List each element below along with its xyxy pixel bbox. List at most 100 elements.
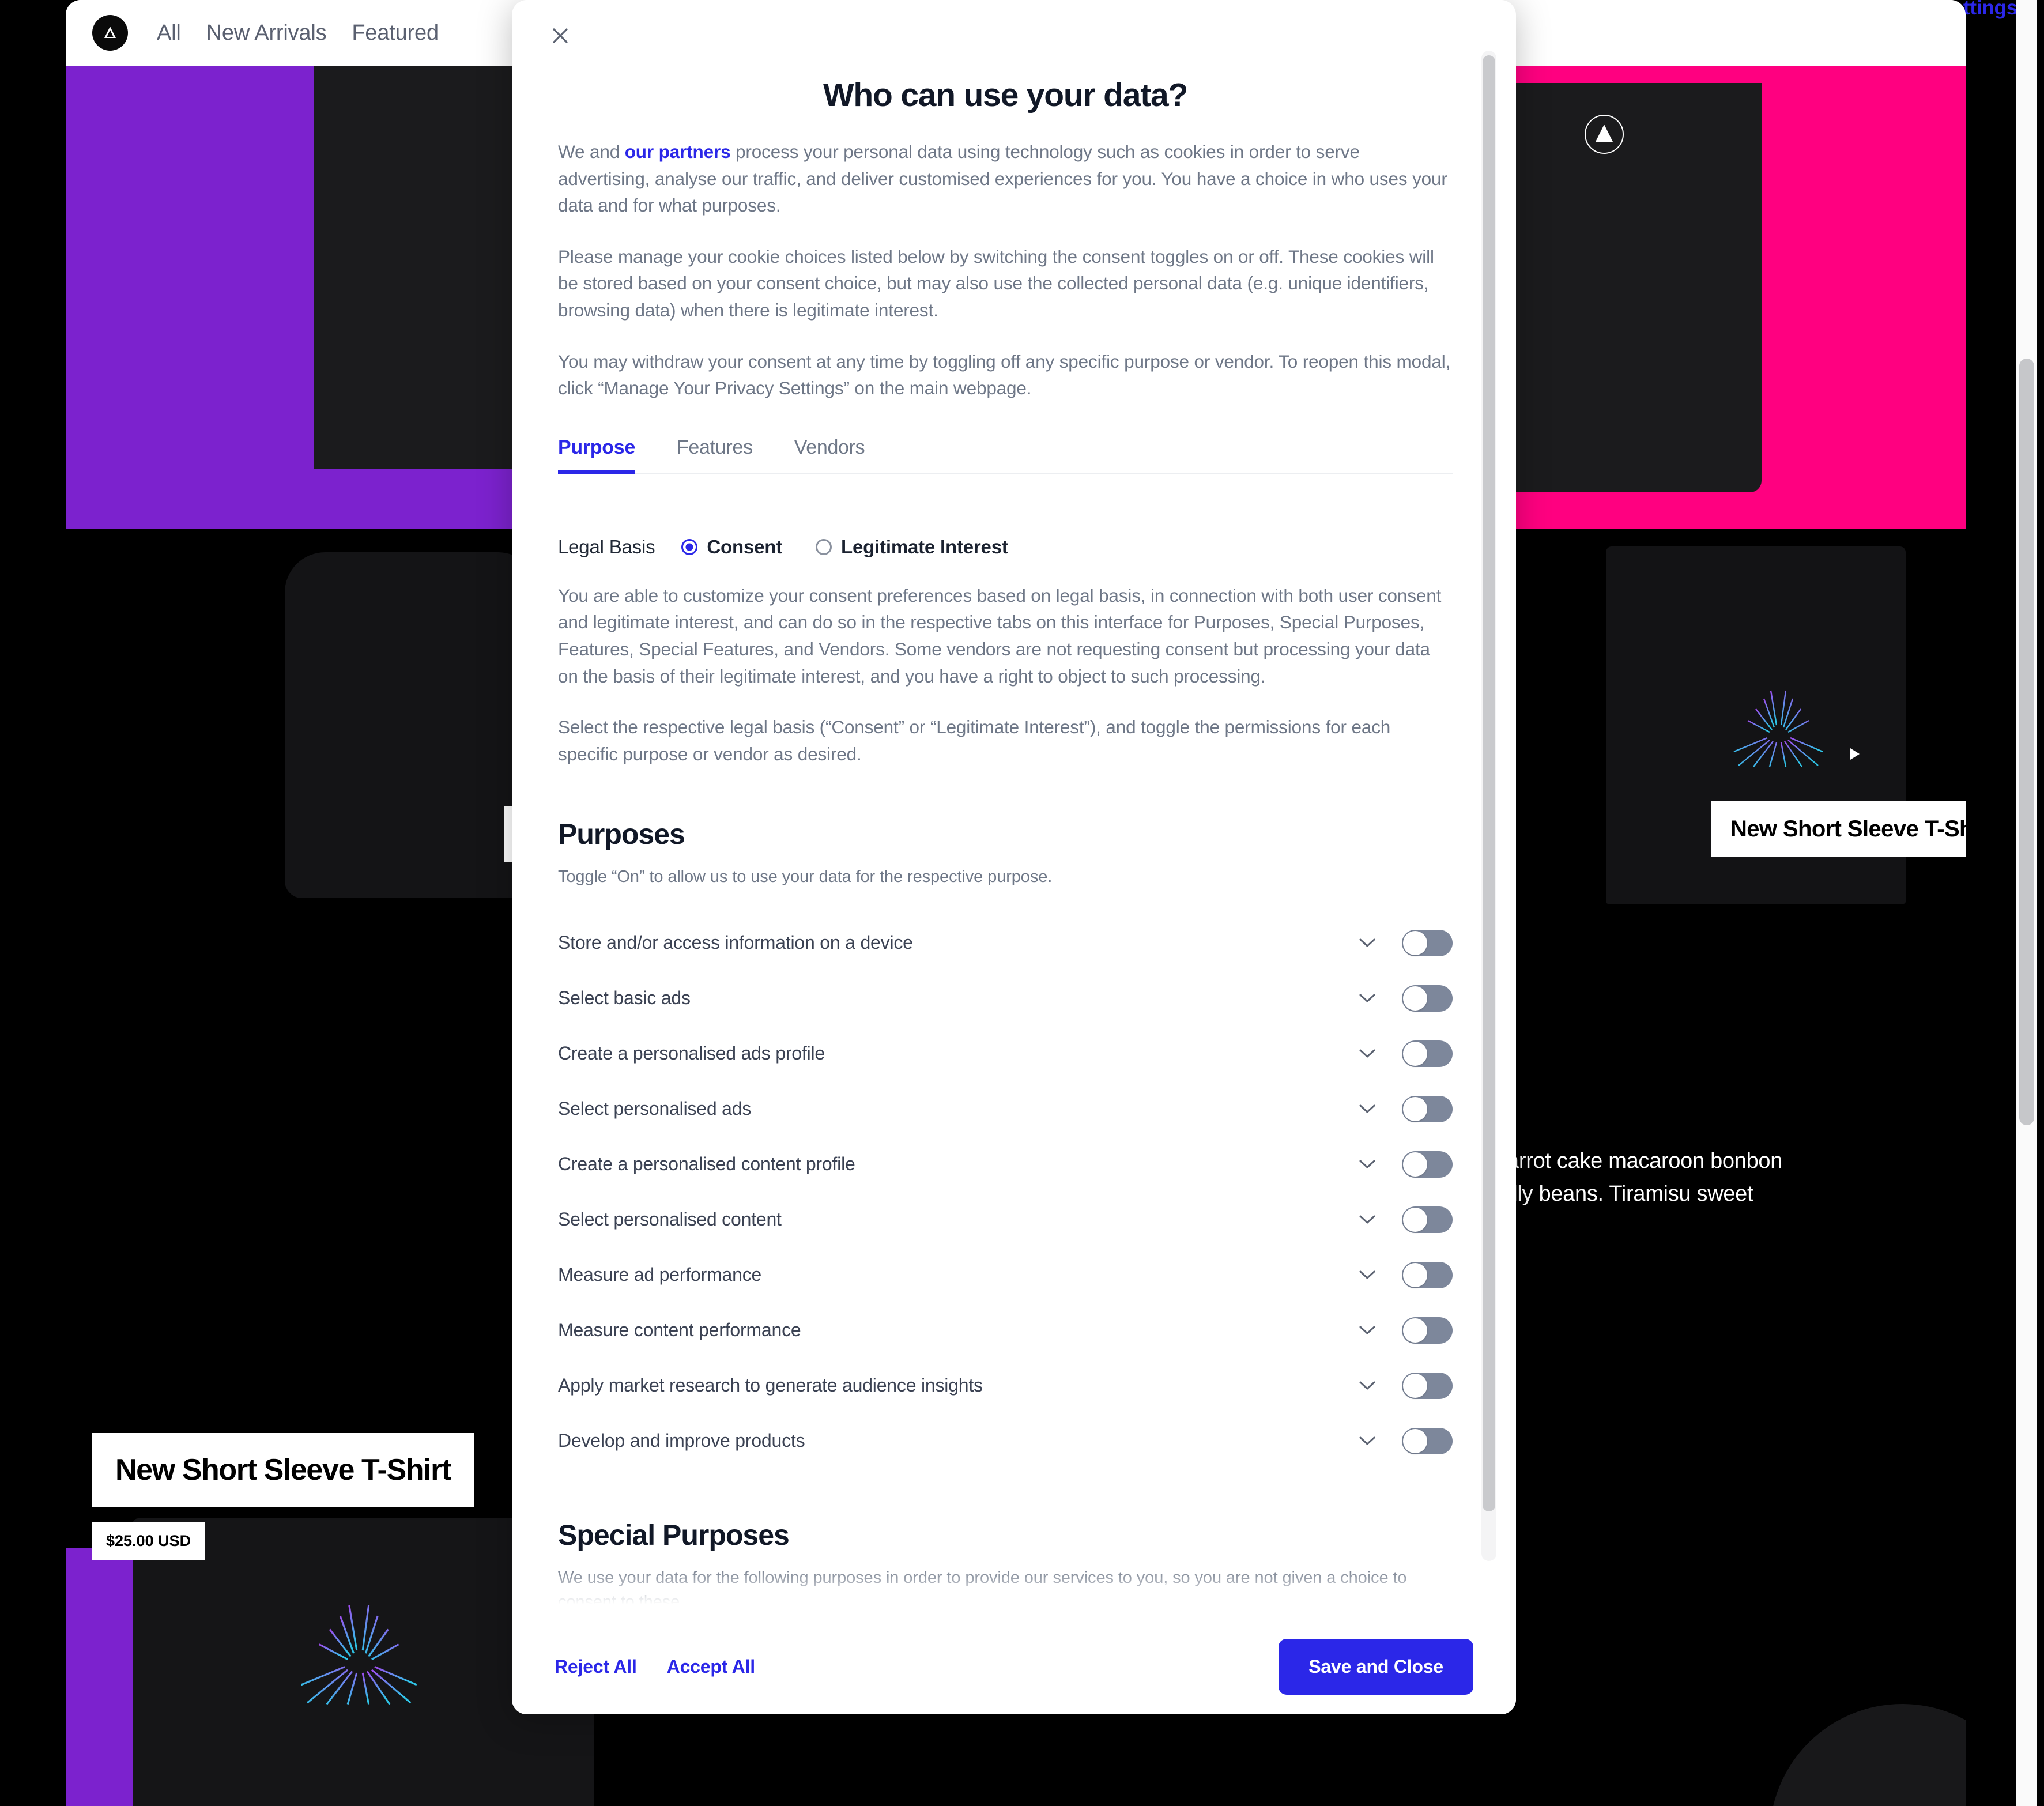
chevron-down-icon[interactable] [1352,1325,1382,1336]
purposes-list: Store and/or access information on a dev… [558,915,1453,1469]
purpose-toggle[interactable] [1402,1372,1453,1399]
purpose-label: Store and/or access information on a dev… [558,932,913,953]
purpose-toggle[interactable] [1402,985,1453,1012]
chevron-down-icon[interactable] [1352,1049,1382,1059]
purpose-toggle[interactable] [1402,1206,1453,1233]
featured-product-price: $25.00 USD [92,1522,205,1560]
toggle-knob [1403,1041,1427,1066]
purpose-row: Store and/or access information on a dev… [558,915,1453,971]
purpose-toggle[interactable] [1402,1040,1453,1067]
special-purposes-subtitle: We use your data for the following purpo… [558,1568,1407,1611]
accept-all-button[interactable]: Accept All [667,1656,756,1677]
nav-item-all[interactable]: All [157,21,181,46]
play-icon [1850,748,1860,760]
purpose-label: Apply market research to generate audien… [558,1375,983,1396]
purpose-row: Select personalised content [558,1192,1453,1247]
purposes-subtitle: Toggle “On” to allow us to use your data… [558,867,1053,886]
purpose-label: Select personalised ads [558,1098,752,1119]
chevron-down-icon[interactable] [1352,1215,1382,1225]
modal-title: Who can use your data? [823,77,1189,114]
purpose-row: Measure ad performance [558,1247,1453,1303]
hero-body-line1: weet carrot cake macaroon bonbon [1491,1149,1783,1173]
radio-consent-icon[interactable] [681,538,698,555]
burst-triangle-graphic-large [301,1601,417,1705]
product-tile-black-2[interactable] [1491,1416,1966,1806]
purpose-row: Develop and improve products [558,1413,1453,1469]
chevron-down-icon[interactable] [1352,1436,1382,1446]
toggle-knob [1403,930,1427,955]
tab-purpose[interactable]: Purpose [558,436,635,474]
nav-item-new-arrivals[interactable]: New Arrivals [206,21,327,46]
save-and-close-button[interactable]: Save and Close [1279,1639,1473,1695]
our-partners-link[interactable]: our partners [625,141,731,162]
legal-basis-row: Legal Basis Consent Legitimate Interest [558,536,1453,558]
toggle-knob [1403,1428,1427,1453]
purpose-row: Select basic ads [558,971,1453,1026]
legal-basis-option-consent[interactable]: Consent [681,536,782,558]
close-icon[interactable] [540,15,581,56]
nav-item-featured[interactable]: Featured [352,21,439,46]
purpose-toggle[interactable] [1402,1095,1453,1122]
purpose-toggle[interactable] [1402,929,1453,956]
purpose-row: Create a personalised content profile [558,1137,1453,1192]
page-scrollbar-thumb[interactable] [2019,359,2034,1125]
chevron-down-icon[interactable] [1352,993,1382,1004]
chevron-down-icon[interactable] [1352,1270,1382,1280]
purpose-label: Create a personalised content profile [558,1153,855,1175]
chevron-down-icon[interactable] [1352,1104,1382,1114]
intro-prefix: We and [558,141,625,162]
purpose-row: Create a personalised ads profile [558,1026,1453,1081]
purpose-label: Select basic ads [558,987,691,1009]
tab-features[interactable]: Features [677,436,753,473]
acme-logo-icon[interactable] [92,15,128,51]
product-tile-pink[interactable] [1491,66,1966,529]
chevron-down-icon[interactable] [1352,1381,1382,1391]
product-tile-tshirt[interactable]: New Short Sleeve T-Shirt [1491,529,1966,972]
main-nav: All New Arrivals Featured [157,21,439,46]
tile-label-tshirt: New Short Sleeve T-Shirt [1711,801,1966,857]
vercel-triangle-icon [1585,115,1624,154]
special-purposes-heading: Special Purposes [558,1518,790,1551]
toggle-knob [1403,1262,1427,1287]
product-image-jacket-2 [285,552,538,898]
modal-paragraph-2: Please manage your cookie choices listed… [558,246,1434,321]
toggle-knob [1403,1096,1427,1121]
purpose-toggle[interactable] [1402,1427,1453,1454]
legal-basis-paragraph-2: Select the respective legal basis (“Cons… [558,717,1391,764]
decorative-circle [1770,1704,1966,1806]
toggle-knob [1403,1318,1427,1343]
hero-body-line2: mels jelly beans. Tiramisu sweet [1491,1182,1753,1206]
reject-all-button[interactable]: Reject All [555,1656,637,1677]
modal-paragraph-3: You may withdraw your consent at any tim… [558,350,1451,399]
legal-basis-paragraph-1: You are able to customize your consent p… [558,585,1442,687]
legal-basis-consent-label: Consent [707,536,783,557]
radio-legitimate-interest-icon[interactable] [816,538,832,555]
chevron-down-icon[interactable] [1352,938,1382,948]
purpose-row: Measure content performance [558,1303,1453,1358]
legal-basis-option-legitimate-interest[interactable]: Legitimate Interest [816,536,1008,558]
purpose-label: Develop and improve products [558,1430,805,1451]
product-image-tshirt [1491,83,1762,492]
toggle-knob [1403,1207,1427,1232]
purpose-row: Apply market research to generate audien… [558,1358,1453,1413]
legal-basis-label: Legal Basis [558,536,655,557]
tab-vendors[interactable]: Vendors [794,436,865,473]
modal-tabs: Purpose Features Vendors [558,436,1453,474]
privacy-consent-modal: Who can use your data? We and our partne… [512,0,1516,1714]
purpose-toggle[interactable] [1402,1317,1453,1344]
purpose-label: Create a personalised ads profile [558,1043,825,1064]
featured-product-title: New Short Sleeve T-Shirt [92,1433,474,1507]
purpose-toggle[interactable] [1402,1261,1453,1288]
modal-footer: Reject All Accept All Save and Close [512,1619,1516,1714]
product-tile-purple[interactable] [66,66,541,529]
purpose-label: Select personalised content [558,1209,782,1230]
toggle-knob [1403,1152,1427,1177]
product-image-jacket [314,66,527,469]
modal-scrollbar-thumb[interactable] [1483,55,1495,1511]
toggle-knob [1403,1373,1427,1398]
chevron-down-icon[interactable] [1352,1159,1382,1170]
toggle-knob [1403,986,1427,1011]
purposes-heading: Purposes [558,817,685,850]
purpose-toggle[interactable] [1402,1151,1453,1178]
purpose-row: Select personalised ads [558,1081,1453,1137]
